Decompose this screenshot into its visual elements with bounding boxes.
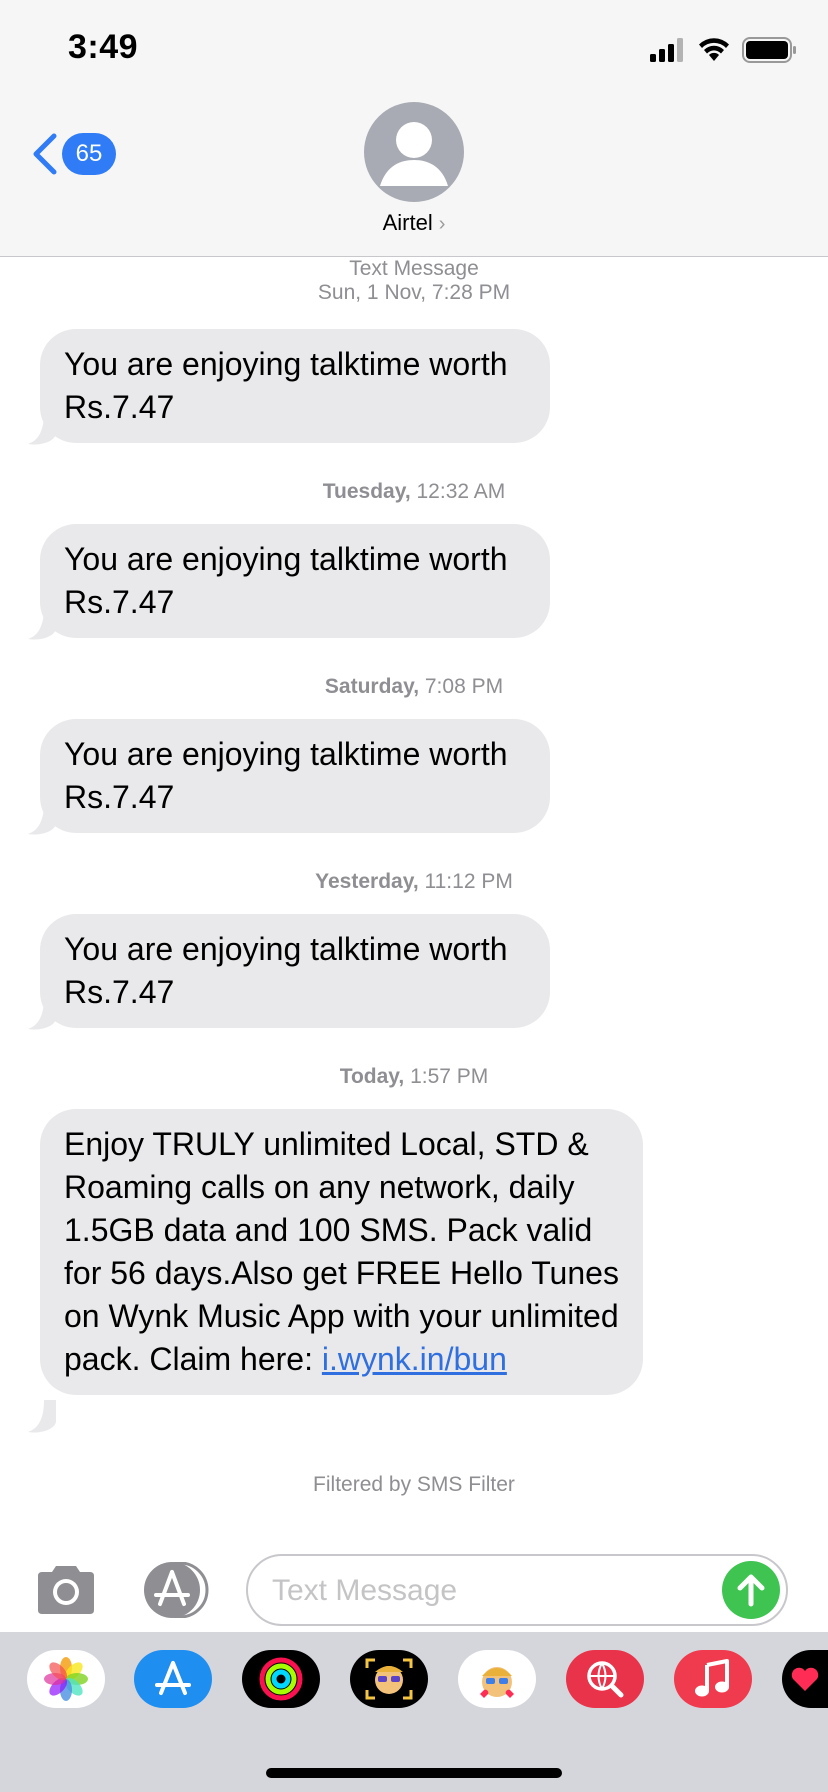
camera-button[interactable]: [34, 1564, 98, 1616]
status-time: 3:49: [68, 28, 139, 66]
message-text: Enjoy TRULY unlimited Local, STD & Roami…: [64, 1126, 619, 1377]
camera-icon: [38, 1566, 94, 1614]
imessage-app-drawer: [0, 1632, 828, 1792]
app-store-button[interactable]: [140, 1561, 212, 1619]
message-text: You are enjoying talktime worth Rs.7.47: [64, 736, 508, 815]
person-icon: [380, 122, 448, 186]
digital-touch-app-button[interactable]: [782, 1650, 828, 1708]
message-text: You are enjoying talktime worth Rs.7.47: [64, 931, 508, 1010]
unread-count-badge: 65: [62, 133, 116, 175]
timestamp: Today, 1:57 PM: [339, 1065, 489, 1088]
status-icons: [650, 36, 798, 64]
memoji-stickers-app-button[interactable]: [458, 1650, 536, 1708]
timestamp: Sun, 1 Nov, 7:28 PM: [317, 281, 511, 304]
bubble-tail: [28, 412, 56, 445]
battery-icon: [742, 37, 796, 63]
app-store-app-button[interactable]: [134, 1650, 212, 1708]
wifi-icon: [699, 38, 729, 61]
bubble-tail: [28, 997, 56, 1030]
digital-touch-icon: [791, 1667, 819, 1691]
timestamp: Tuesday, 12:32 AM: [322, 480, 506, 503]
bubble-tail: [28, 802, 56, 835]
message-input[interactable]: Text Message: [246, 1554, 788, 1626]
send-button[interactable]: [722, 1561, 780, 1619]
chevron-right-icon: ›: [438, 213, 446, 235]
memoji-camera-app-button[interactable]: [350, 1650, 428, 1708]
bubble-tail: [28, 1400, 56, 1433]
message-type-label: Text Message: [349, 257, 479, 280]
contact-avatar[interactable]: [364, 102, 464, 202]
activity-icon: [259, 1657, 303, 1701]
contact-name: Airtel: [382, 210, 433, 235]
message-bubble[interactable]: Enjoy TRULY unlimited Local, STD & Roami…: [40, 1109, 643, 1395]
status-bar: 3:49: [0, 0, 828, 96]
message-text: You are enjoying talktime worth Rs.7.47: [64, 541, 508, 620]
back-button[interactable]: 65: [30, 132, 116, 176]
bubble-tail: [28, 607, 56, 640]
compose-bar: Text Message: [0, 1548, 828, 1632]
app-store-icon: [144, 1561, 209, 1619]
chevron-left-icon: [33, 133, 57, 175]
app-store-icon: [155, 1661, 191, 1695]
timestamp: Saturday, 7:08 PM: [324, 675, 504, 698]
photos-app-button[interactable]: [27, 1650, 105, 1708]
photos-icon: [44, 1657, 88, 1701]
web-images-app-button[interactable]: [566, 1650, 644, 1708]
message-text: You are enjoying talktime worth Rs.7.47: [64, 346, 508, 425]
message-input-placeholder: Text Message: [272, 1574, 458, 1607]
activity-app-button[interactable]: [242, 1650, 320, 1708]
message-bubble[interactable]: You are enjoying talktime worth Rs.7.47: [40, 524, 550, 638]
cellular-signal-icon: [650, 38, 683, 62]
arrow-up-icon: [737, 1574, 765, 1607]
filtered-note: Filtered by SMS Filter: [313, 1473, 515, 1496]
message-bubble[interactable]: You are enjoying talktime worth Rs.7.47: [40, 719, 550, 833]
music-note-icon: [695, 1659, 729, 1697]
message-link[interactable]: i.wynk.in/bun: [322, 1341, 507, 1377]
memoji-stickers-icon: [480, 1667, 514, 1698]
music-app-button[interactable]: [674, 1650, 752, 1708]
memoji-camera-icon: [365, 1658, 413, 1700]
message-bubble[interactable]: You are enjoying talktime worth Rs.7.47: [40, 914, 550, 1028]
web-images-icon: [587, 1661, 624, 1698]
contact-name-button[interactable]: Airtel ›: [0, 210, 828, 236]
message-bubble[interactable]: You are enjoying talktime worth Rs.7.47: [40, 329, 550, 443]
conversation-header: 65 Airtel ›: [0, 96, 828, 257]
timestamp: Yesterday, 11:12 PM: [315, 870, 513, 893]
home-indicator[interactable]: [266, 1768, 562, 1778]
